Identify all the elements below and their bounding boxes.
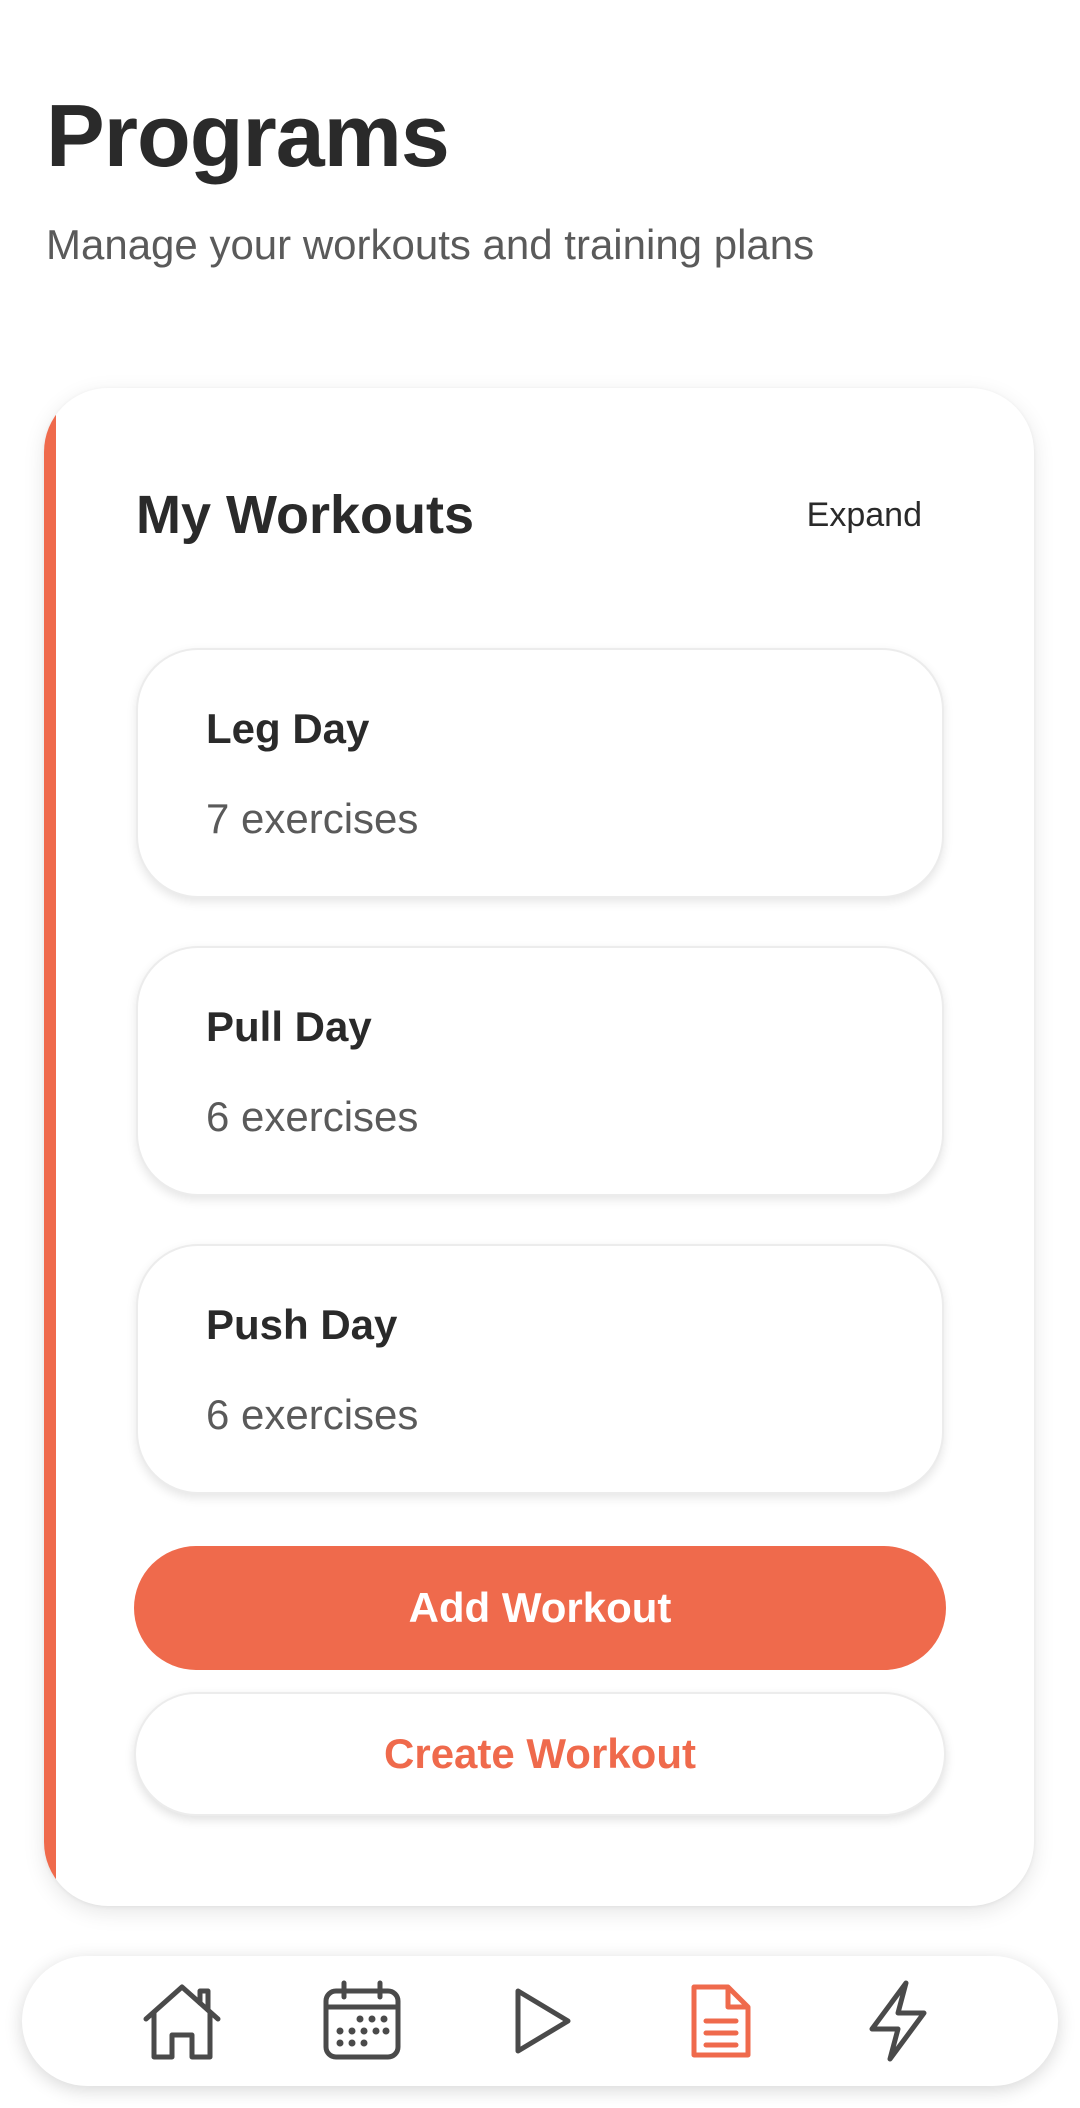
bottom-nav: [22, 1956, 1058, 2086]
nav-item-quick-start[interactable]: [848, 1976, 948, 2066]
workout-name: Push Day: [206, 1301, 398, 1348]
my-workouts-card: My Workouts Expand Leg Day 7 exercises P…: [44, 388, 1034, 1906]
page-title: Programs: [46, 86, 450, 185]
calendar-icon: [323, 1980, 401, 2060]
workout-exercise-count: 7 exercises: [206, 795, 419, 842]
workout-exercise-count: 6 exercises: [206, 1391, 419, 1438]
document-icon: [691, 1984, 751, 2058]
nav-item-play[interactable]: [490, 1976, 590, 2066]
play-icon: [515, 1988, 571, 2054]
workout-item-pull-day[interactable]: Pull Day 6 exercises: [136, 946, 944, 1196]
nav-item-home[interactable]: [132, 1976, 232, 2066]
workout-name: Pull Day: [206, 1003, 372, 1050]
card-accent-bar: [44, 388, 56, 1906]
card-title: My Workouts: [136, 485, 475, 545]
workout-exercise-count: 6 exercises: [206, 1093, 419, 1140]
home-icon: [143, 1984, 221, 2060]
create-workout-button[interactable]: Create Workout: [134, 1692, 946, 1816]
nav-item-programs[interactable]: [670, 1976, 770, 2066]
workout-item-push-day[interactable]: Push Day 6 exercises: [136, 1244, 944, 1494]
nav-item-calendar[interactable]: [312, 1976, 412, 2066]
lightning-icon: [869, 1980, 927, 2062]
add-workout-button[interactable]: Add Workout: [134, 1546, 946, 1670]
workout-item-leg-day[interactable]: Leg Day 7 exercises: [136, 648, 944, 898]
page-subtitle: Manage your workouts and training plans: [46, 221, 815, 268]
workout-name: Leg Day: [206, 705, 370, 752]
expand-button[interactable]: Expand: [807, 498, 922, 532]
